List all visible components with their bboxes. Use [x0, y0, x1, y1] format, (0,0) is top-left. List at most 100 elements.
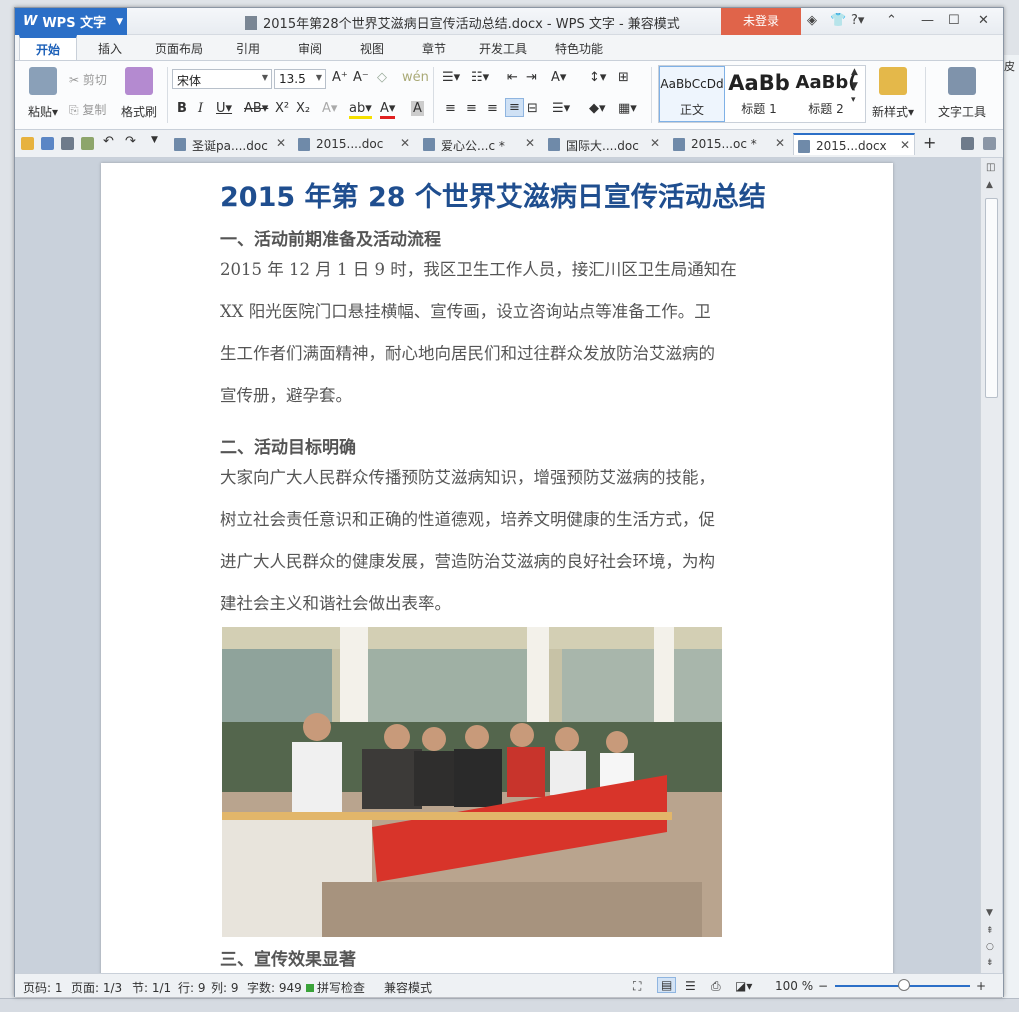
style-heading-1[interactable]: AaBb 标题 1: [726, 66, 792, 122]
tab-references[interactable]: 引用: [236, 40, 260, 57]
char-scale-icon[interactable]: A▾: [551, 70, 566, 85]
app-menu-button[interactable]: W WPS 文字 ▼: [15, 8, 127, 35]
phonetic-icon[interactable]: wén: [402, 70, 429, 85]
text-tools-button[interactable]: 文字工具: [933, 65, 991, 120]
login-button[interactable]: 未登录: [721, 8, 801, 35]
page-count[interactable]: 页面: 1/3: [71, 979, 122, 996]
browse-object-icon[interactable]: ○: [986, 942, 994, 952]
open-icon[interactable]: [21, 137, 34, 150]
close-tab-icon[interactable]: ✕: [525, 136, 535, 150]
highlight-icon[interactable]: ab▾: [349, 101, 372, 119]
grow-font-icon[interactable]: A⁺: [332, 70, 348, 85]
decrease-indent-icon[interactable]: ⇤: [507, 70, 518, 85]
maximize-icon[interactable]: ☐: [948, 13, 960, 28]
text-effect-icon[interactable]: A▾: [322, 101, 337, 116]
font-name-select[interactable]: 宋体 ▼: [172, 69, 272, 89]
fullscreen-icon[interactable]: ⛶: [633, 979, 641, 994]
close-tab-icon[interactable]: ✕: [775, 136, 785, 150]
skin-icon[interactable]: ◈: [807, 13, 817, 28]
justify-icon[interactable]: ≡: [505, 98, 524, 117]
align-left-icon[interactable]: ≡: [445, 101, 456, 116]
increase-indent-icon[interactable]: ⇥: [526, 70, 537, 85]
subscript-icon[interactable]: X₂: [296, 101, 310, 116]
tab-review[interactable]: 审阅: [298, 40, 322, 57]
border-icon[interactable]: ▦▾: [618, 101, 637, 116]
bullet-list-icon[interactable]: ☰▾: [442, 70, 460, 85]
tab-special[interactable]: 特色功能: [555, 40, 603, 57]
prev-page-icon[interactable]: ⇞: [986, 926, 994, 936]
line-spacing-icon[interactable]: ☰▾: [552, 101, 570, 116]
tab-insert[interactable]: 插入: [98, 40, 122, 57]
new-style-button[interactable]: 新样式▾: [867, 65, 919, 120]
help-icon[interactable]: ?▾: [851, 13, 864, 28]
split-view-icon[interactable]: ◫: [986, 162, 995, 173]
outline-view-icon[interactable]: ☰: [685, 979, 696, 993]
italic-icon[interactable]: I: [198, 101, 203, 116]
tab-menu-icon[interactable]: [983, 137, 996, 150]
doc-tab[interactable]: 国际大....doc ✕: [544, 133, 664, 155]
shirt-icon[interactable]: 👕: [830, 13, 846, 28]
underline-icon[interactable]: U▾: [216, 101, 232, 116]
new-tab-icon[interactable]: +: [923, 133, 936, 152]
format-painter-button[interactable]: 格式刷: [117, 65, 161, 120]
cut-button[interactable]: ✂ 剪切: [69, 71, 107, 88]
doc-tab[interactable]: 圣诞pa....doc ✕: [170, 133, 290, 155]
tab-list-icon[interactable]: [961, 137, 974, 150]
shrink-font-icon[interactable]: A⁻: [353, 70, 369, 85]
tab-developer[interactable]: 开发工具: [479, 40, 527, 57]
event-photo[interactable]: [222, 627, 722, 937]
document-page[interactable]: 2015 年第 28 个世界艾滋病日宣传活动总结 一、活动前期准备及活动流程 2…: [101, 163, 893, 973]
style-heading-2[interactable]: AaBb( 标题 2: [793, 66, 859, 122]
paste-button[interactable]: 粘贴▾: [23, 65, 63, 120]
align-center-icon[interactable]: ≡: [466, 101, 477, 116]
collapse-ribbon-icon[interactable]: ⌃: [886, 13, 897, 28]
font-color-icon[interactable]: A▾: [380, 101, 396, 119]
zoom-level[interactable]: 100 %: [775, 979, 813, 993]
print-preview-icon[interactable]: [81, 137, 94, 150]
tab-chapter[interactable]: 章节: [422, 40, 446, 57]
tab-page-layout[interactable]: 页面布局: [155, 40, 203, 57]
char-shading-icon[interactable]: A: [411, 101, 424, 116]
table-icon[interactable]: ⊞: [618, 70, 629, 85]
font-size-select[interactable]: 13.5 ▼: [274, 69, 326, 89]
next-page-icon[interactable]: ⇟: [986, 958, 994, 968]
close-tab-icon[interactable]: ✕: [900, 138, 910, 152]
save-icon[interactable]: [41, 137, 54, 150]
distribute-icon[interactable]: ⊟: [527, 101, 538, 116]
customize-quick-icon[interactable]: ▼: [151, 135, 158, 145]
word-count[interactable]: 字数: 949: [247, 979, 302, 996]
sort-icon[interactable]: ↕▾: [589, 70, 606, 85]
redo-icon[interactable]: ↷: [125, 134, 136, 149]
zoom-slider-knob[interactable]: [898, 979, 910, 991]
web-view-icon[interactable]: ⎙: [711, 979, 721, 994]
scroll-down-icon[interactable]: ▼: [986, 908, 993, 918]
minimize-icon[interactable]: —: [921, 13, 934, 28]
doc-tab[interactable]: 爱心公...c * ✕: [419, 133, 539, 155]
zoom-out-icon[interactable]: −: [818, 979, 828, 993]
vertical-scrollbar[interactable]: ◫ ▲ ▼ ⇞ ○ ⇟: [980, 158, 1002, 973]
close-tab-icon[interactable]: ✕: [276, 136, 286, 150]
gallery-scroll-icon[interactable]: ▲ ▼ ▾: [851, 65, 858, 107]
doc-tab-active[interactable]: 2015...docx ✕: [793, 133, 915, 155]
scrollbar-thumb[interactable]: [985, 198, 998, 398]
doc-tab[interactable]: 2015....doc ✕: [294, 133, 414, 155]
style-normal[interactable]: AaBbCcDd 正文: [659, 66, 725, 122]
doc-tab[interactable]: 2015...oc * ✕: [669, 133, 789, 155]
superscript-icon[interactable]: X²: [275, 101, 289, 116]
tab-view[interactable]: 视图: [360, 40, 384, 57]
reading-view-icon[interactable]: ◪▾: [735, 979, 752, 993]
close-icon[interactable]: ✕: [978, 13, 989, 28]
close-tab-icon[interactable]: ✕: [400, 136, 410, 150]
page-view-icon[interactable]: ▤: [657, 977, 677, 993]
scroll-up-icon[interactable]: ▲: [986, 180, 993, 190]
shading-icon[interactable]: ◆▾: [589, 101, 606, 116]
print-icon[interactable]: [61, 137, 74, 150]
close-tab-icon[interactable]: ✕: [650, 136, 660, 150]
strikethrough-icon[interactable]: AB▾: [244, 101, 268, 116]
copy-button[interactable]: ⎘ 复制: [69, 101, 106, 118]
bold-icon[interactable]: B: [177, 101, 187, 116]
clear-format-icon[interactable]: ◇: [377, 70, 387, 85]
tab-home[interactable]: 开始: [19, 35, 77, 61]
spell-check-button[interactable]: 拼写检查: [306, 979, 365, 996]
align-right-icon[interactable]: ≡: [487, 101, 498, 116]
